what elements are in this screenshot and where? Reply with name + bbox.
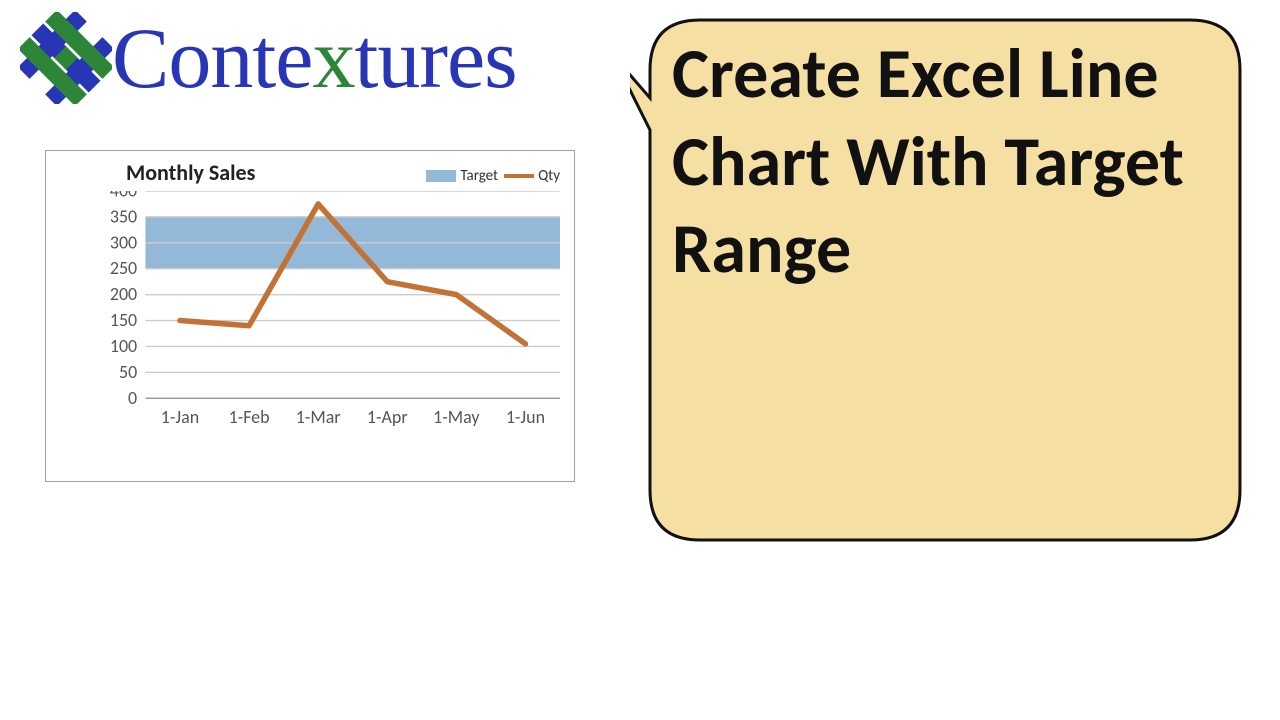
y-tick-label: 400 (110, 191, 137, 202)
x-tick-label: 1-Jan (161, 406, 199, 428)
brand-prefix: Conte (112, 10, 312, 106)
chart-title: Monthly Sales (126, 159, 255, 186)
speech-callout: Create Excel Line Chart With Target Rang… (630, 0, 1260, 560)
qty-swatch-icon (504, 174, 534, 178)
x-tick-label: 1-Apr (367, 406, 408, 428)
target-swatch-icon (426, 170, 456, 182)
callout-text: Create Excel Line Chart With Target Rang… (672, 30, 1260, 293)
legend-target-label: Target (460, 167, 498, 185)
legend-item-qty: Qty (504, 167, 560, 185)
y-tick-label: 250 (110, 257, 137, 279)
brand-suffix: tures (354, 10, 516, 106)
x-tick-label: 1-Feb (229, 406, 270, 428)
chart-legend: Target Qty (426, 167, 560, 185)
chart-container: Monthly Sales Target Qty 0 50 100 150 200 250… (45, 150, 575, 482)
y-tick-label: 0 (128, 387, 137, 409)
y-tick-label: 300 (110, 231, 137, 253)
y-tick-label: 50 (119, 361, 137, 383)
y-tick-label: 350 (110, 205, 137, 227)
x-tick-label: 1-Jun (506, 406, 545, 428)
y-tick-label: 200 (110, 283, 137, 305)
weave-icon (20, 12, 112, 104)
x-tick-label: 1-Mar (296, 406, 341, 428)
brand-logo: Contextures (20, 12, 517, 104)
y-tick-label: 100 (110, 335, 137, 357)
chart-plot: 0 50 100 150 200 250 300 350 400 1-Jan 1-Feb 1-Mar 1… (104, 191, 560, 434)
brand-x: x (312, 10, 354, 106)
y-tick-label: 150 (110, 309, 137, 331)
legend-item-target: Target (426, 167, 498, 185)
brand-text: Contextures (112, 15, 517, 101)
legend-qty-label: Qty (538, 167, 560, 185)
x-tick-label: 1-May (433, 406, 479, 428)
